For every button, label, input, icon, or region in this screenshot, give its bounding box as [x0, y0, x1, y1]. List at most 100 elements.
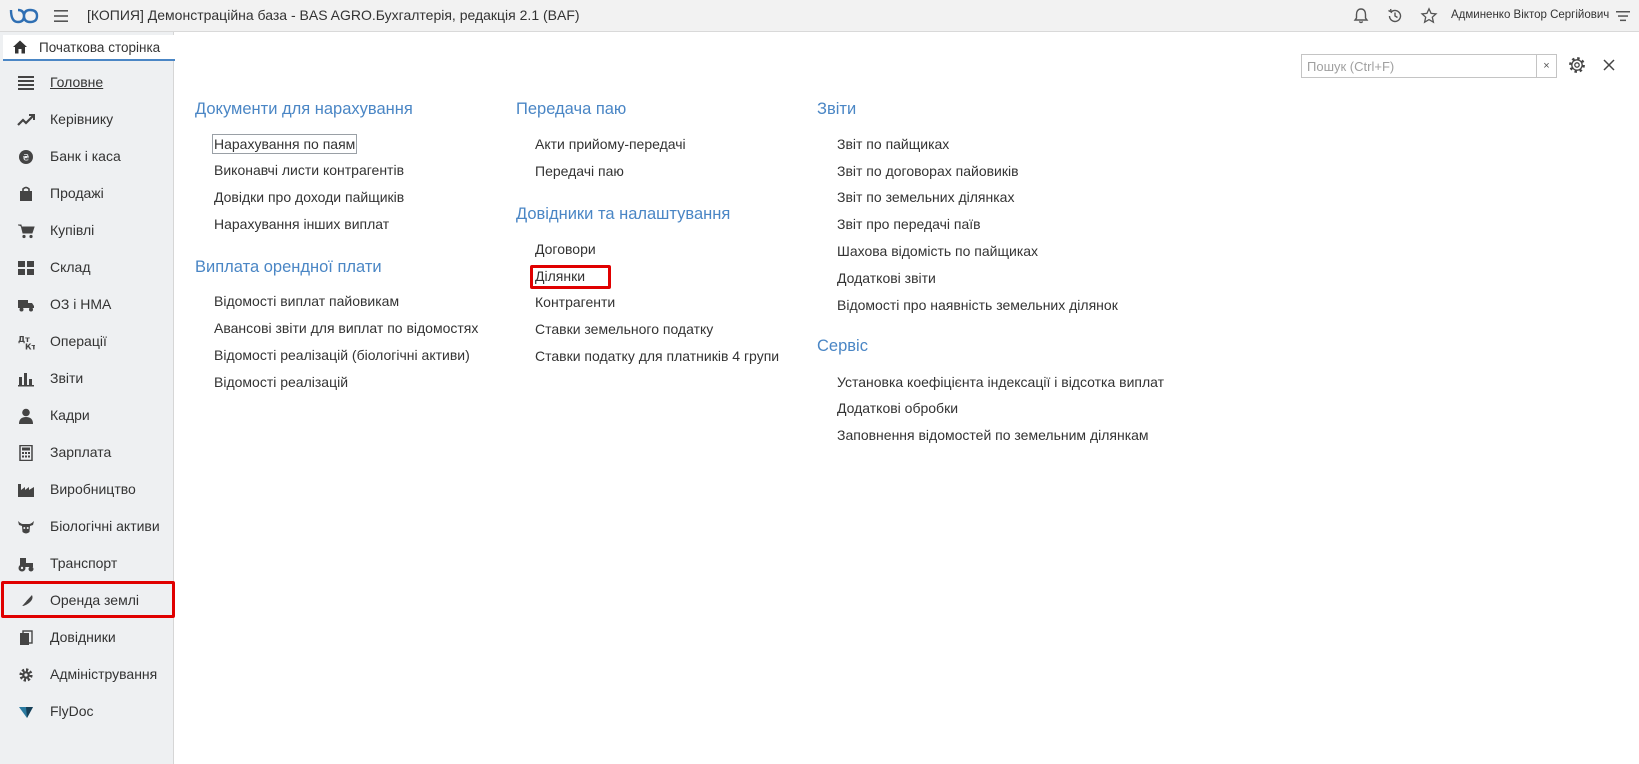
truck-icon [18, 300, 34, 312]
link-share-transfers[interactable]: Передачі паю [535, 163, 624, 179]
link-report-contracts[interactable]: Звіт по договорах пайовиків [837, 163, 1019, 179]
debit-credit-icon: ДтКт [18, 335, 35, 351]
history-icon[interactable] [1386, 7, 1404, 25]
close-icon[interactable] [1600, 56, 1618, 74]
sidebar-item-label: Головне [50, 74, 104, 90]
cart-icon [18, 224, 35, 239]
section-title-rent: Виплата орендної плати [195, 258, 382, 276]
bag-icon [20, 186, 32, 201]
link-advance-reports[interactable]: Авансові звіти для виплат по відомостях [214, 320, 478, 336]
warehouse-icon [18, 261, 34, 275]
svg-text:₴: ₴ [23, 154, 30, 164]
sidebar-item-label: ОЗ і НМА [50, 296, 112, 312]
sidebar-item-bank[interactable]: ₴ Банк і каса [0, 139, 174, 175]
search-input[interactable] [1302, 55, 1536, 77]
search-clear-button[interactable]: × [1536, 55, 1556, 77]
sidebar-item-bio-assets[interactable]: Біологічні активи [0, 509, 174, 545]
sidebar-item-label: Звіти [50, 370, 84, 386]
sidebar-item-purchases[interactable]: Купівлі [0, 213, 174, 249]
link-report-land-plots[interactable]: Звіт по земельних ділянках [837, 189, 1014, 205]
sidebar-item-main[interactable]: Головне [0, 65, 174, 101]
link-report-share-transfers[interactable]: Звіт про передачі паїв [837, 216, 981, 232]
link-accruals-by-shares[interactable]: Нарахування по паям [211, 134, 358, 154]
link-sales-statements[interactable]: Відомості реалізацій [214, 374, 348, 390]
sidebar-item-hr[interactable]: Кадри [0, 398, 174, 434]
sidebar-item-label: Склад [50, 259, 91, 275]
section-title-transfer: Передача паю [516, 100, 627, 118]
home-icon [13, 40, 27, 54]
sidebar-item-label: Оренда землі [50, 592, 139, 608]
sidebar-item-transport[interactable]: Транспорт [0, 546, 174, 582]
link-sales-statements-bio[interactable]: Відомості реалізацій (біологічні активи) [214, 347, 470, 363]
user-name[interactable]: Админенко Віктор Сергійович [1451, 9, 1609, 21]
cow-icon [18, 521, 34, 534]
sidebar-item-label: Довідники [50, 629, 116, 645]
link-additional-processing[interactable]: Додаткові обробки [837, 400, 958, 416]
sidebar-item-label: Кадри [50, 407, 90, 423]
link-chess-statement[interactable]: Шахова відомість по пайщиках [837, 243, 1038, 259]
top-bar: [КОПИЯ] Демонстраційна база - BAS AGRO.Б… [0, 0, 1639, 32]
sidebar-item-label: Банк і каса [50, 148, 121, 164]
sidebar-item-sales[interactable]: Продажі [0, 176, 174, 212]
sidebar-item-label: Купівлі [50, 222, 95, 238]
link-land-availability[interactable]: Відомості про наявність земельних діляно… [837, 297, 1118, 313]
link-land-plots[interactable]: Ділянки [535, 268, 585, 284]
calculator-icon [19, 445, 33, 461]
link-counterparties[interactable]: Контрагенти [535, 294, 615, 310]
section-title-docs: Документи для нарахування [195, 100, 413, 118]
sidebar-item-label: Зарплата [50, 444, 112, 460]
sidebar-item-fixed-assets[interactable]: ОЗ і НМА [0, 287, 174, 323]
svg-text:Кт: Кт [25, 343, 35, 351]
trend-icon [17, 114, 35, 126]
settings-gear-icon[interactable] [1567, 55, 1587, 75]
sidebar-item-manager[interactable]: Керівнику [0, 102, 174, 138]
section-title-refs: Довідники та налаштування [516, 205, 731, 223]
books-icon [20, 630, 33, 645]
link-report-shareholders[interactable]: Звіт по пайщиках [837, 136, 949, 152]
link-contracts[interactable]: Договори [535, 241, 596, 257]
sidebar-item-label: FlyDoc [50, 703, 94, 719]
sidebar-item-label: Керівнику [50, 111, 114, 127]
bar-chart-icon [18, 373, 34, 387]
sidebar-item-label: Біологічні активи [50, 518, 160, 534]
tractor-icon [18, 558, 34, 572]
sidebar-item-administration[interactable]: Адміністрування [0, 657, 174, 693]
section-title-service: Сервіс [817, 337, 868, 355]
sidebar-item-reports[interactable]: Звіти [0, 361, 174, 397]
link-income-certificates[interactable]: Довідки про доходи пайщиків [214, 189, 404, 205]
section-title-reports: Звіти [817, 100, 857, 118]
person-icon [19, 408, 33, 424]
link-acceptance-acts[interactable]: Акти прийому-передачі [535, 136, 686, 152]
flydoc-icon [19, 707, 33, 718]
link-enforcement-writs[interactable]: Виконавчі листи контрагентів [214, 162, 404, 178]
tab-home[interactable]: Початкова сторінка [3, 35, 175, 61]
link-fill-statements[interactable]: Заповнення відомостей по земельним ділян… [837, 427, 1149, 443]
settings-filter-icon[interactable] [1614, 7, 1632, 25]
tab-home-label: Початкова сторінка [39, 39, 161, 55]
sidebar-item-warehouse[interactable]: Склад [0, 250, 174, 286]
app-title: [КОПИЯ] Демонстраційна база - BAS AGRO.Б… [87, 7, 580, 23]
link-group4-tax-rates[interactable]: Ставки податку для платників 4 групи [535, 348, 779, 364]
list-icon [18, 76, 34, 90]
sidebar-item-label: Операції [50, 333, 107, 349]
sidebar-item-label: Виробництво [50, 481, 136, 497]
link-other-payments-accruals[interactable]: Нарахування інших виплат [214, 216, 389, 232]
main-menu-icon[interactable] [53, 8, 69, 24]
sidebar-item-operations[interactable]: Дт Кт Операції [0, 324, 174, 360]
sidebar-item-references[interactable]: Довідники [0, 620, 174, 656]
link-payment-statements[interactable]: Відомості виплат пайовикам [214, 293, 399, 309]
app-logo-icon[interactable] [8, 6, 40, 26]
sidebar-item-flydoc[interactable]: FlyDoc [0, 694, 174, 730]
sidebar-item-salary[interactable]: Зарплата [0, 435, 174, 471]
sidebar-item-label: Продажі [50, 185, 104, 201]
search-box: × [1301, 54, 1557, 78]
star-icon[interactable] [1420, 7, 1438, 25]
link-indexation-coefficient[interactable]: Установка коефіцієнта індексації і відсо… [837, 374, 1164, 390]
factory-icon [18, 484, 34, 497]
link-land-tax-rates[interactable]: Ставки земельного податку [535, 321, 713, 337]
sidebar-item-land-lease[interactable]: Оренда землі [0, 583, 174, 619]
sidebar-item-label: Транспорт [50, 555, 118, 571]
bell-icon[interactable] [1352, 7, 1370, 25]
link-additional-reports[interactable]: Додаткові звіти [837, 270, 936, 286]
sidebar-item-production[interactable]: Виробництво [0, 472, 174, 508]
